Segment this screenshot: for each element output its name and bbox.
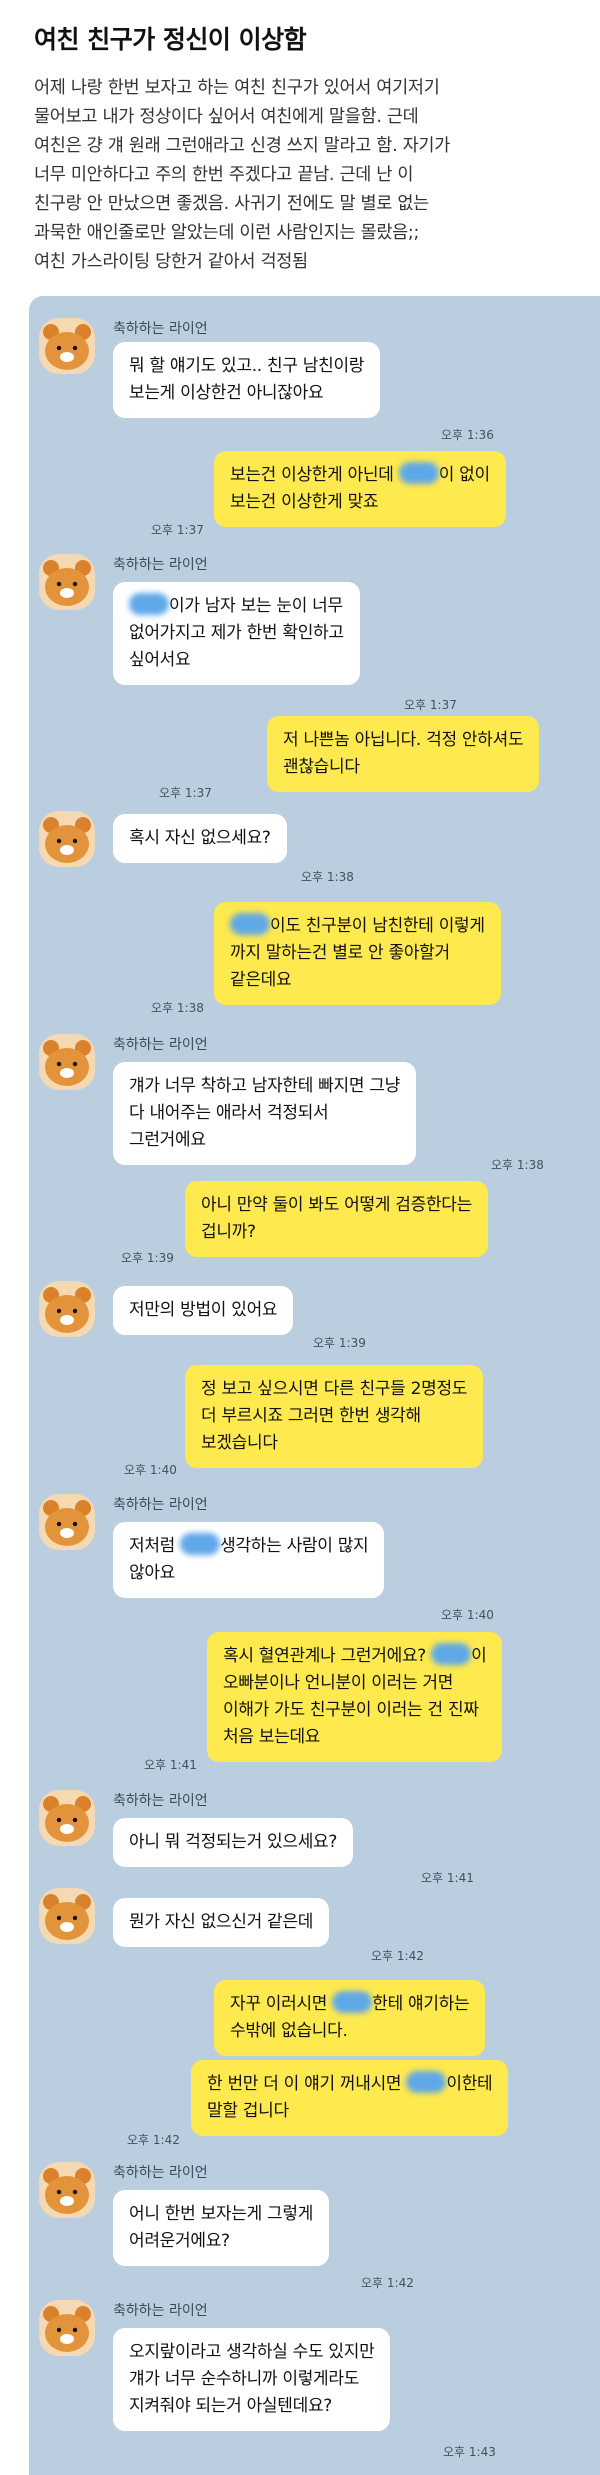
message-time: 오후 1:43 [443, 2445, 496, 2459]
message-time: 오후 1:38 [151, 1001, 204, 1015]
message-bubble-incoming: 걔가 너무 착하고 남자한테 빠지면 그냥 다 내어주는 애라서 걱정되서 그런… [113, 1062, 416, 1165]
message-text: 저처럼 [129, 1536, 181, 1556]
ryan-avatar-icon [39, 2300, 95, 2356]
message-bubble-incoming: 이가 남자 보는 눈이 너무 없어가지고 제가 한번 확인하고 싶어서요 [113, 582, 360, 685]
sender-name: 축하하는 라이언 [113, 557, 208, 573]
message-time: 오후 1:41 [421, 1871, 474, 1885]
redacted-name [129, 593, 169, 615]
message-bubble-incoming: 뭐 할 얘기도 있고.. 친구 남친이랑 보는게 이상한건 아니잖아요 [113, 342, 381, 418]
redacted-name [332, 1991, 373, 2013]
ryan-avatar-icon [39, 1281, 95, 1337]
message-bubble-outgoing: 보는건 이상한게 아닌데 이 없이 보는건 이상한게 맞죠 [214, 451, 506, 527]
message-time: 오후 1:39 [121, 1251, 174, 1265]
message-bubble-outgoing: 저 나쁜놈 아닙니다. 걱정 안하셔도 괜찮습니다 [267, 716, 540, 792]
message-time: 오후 1:38 [491, 1158, 544, 1172]
ryan-avatar-icon [39, 2162, 95, 2218]
message-text: 혹시 혈연관계나 그런거에요? [223, 1646, 432, 1666]
message-bubble-outgoing: 혹시 혈연관계나 그런거에요? 이 오빠분이나 언니분이 이러는 거면 이해가 … [207, 1632, 503, 1762]
message-time: 오후 1:42 [371, 1949, 424, 1963]
ryan-avatar-icon [39, 318, 95, 374]
redacted-name [180, 1533, 221, 1555]
sender-name: 축하하는 라이언 [113, 2303, 208, 2319]
post-title: 여친 친구가 정신이 이상함 [34, 25, 307, 54]
redacted-name [406, 2071, 447, 2093]
message-time: 오후 1:37 [159, 786, 212, 800]
ryan-avatar-icon [39, 1494, 95, 1550]
ryan-avatar-icon [39, 1790, 95, 1846]
redacted-name [230, 913, 270, 935]
message-bubble-outgoing: 자꾸 이러시면 한테 얘기하는 수밖에 없습니다. [214, 1980, 486, 2056]
message-time: 오후 1:42 [127, 2133, 180, 2147]
message-text: 보는건 이상한게 아닌데 [230, 465, 399, 485]
redacted-name [398, 462, 439, 484]
message-time: 오후 1:40 [124, 1463, 177, 1477]
post-body: 어제 나랑 한번 보자고 하는 여친 친구가 있어서 여기저기 물어보고 내가 … [34, 78, 451, 272]
message-bubble-incoming: 저만의 방법이 있어요 [113, 1286, 294, 1335]
message-text: 한 번만 더 이 얘기 꺼내시면 [207, 2074, 407, 2094]
message-time: 오후 1:40 [441, 1608, 494, 1622]
message-bubble-outgoing: 아니 만약 둘이 봐도 어떻게 검증한다는 겁니까? [185, 1181, 488, 1257]
message-time: 오후 1:42 [361, 2276, 414, 2290]
chat-screenshot: 축하하는 라이언 뭐 할 얘기도 있고.. 친구 남친이랑 보는게 이상한건 아… [29, 296, 600, 2475]
ryan-avatar-icon [39, 1034, 95, 1090]
sender-name: 축하하는 라이언 [113, 1037, 208, 1053]
ryan-avatar-icon [39, 811, 95, 867]
message-bubble-outgoing: 이도 친구분이 남친한테 이렇게 까지 말하는건 별로 안 좋아할거 같은데요 [214, 902, 501, 1005]
message-time: 오후 1:38 [301, 870, 354, 884]
sender-name: 축하하는 라이언 [113, 321, 208, 337]
sender-name: 축하하는 라이언 [113, 1793, 208, 1809]
message-time: 오후 1:37 [151, 523, 204, 537]
message-time: 오후 1:37 [404, 698, 457, 712]
sender-name: 축하하는 라이언 [113, 1497, 208, 1513]
message-bubble-incoming: 혹시 자신 없으세요? [113, 814, 287, 863]
message-bubble-incoming: 저처럼 생각하는 사람이 많지 않아요 [113, 1522, 385, 1598]
redacted-name [431, 1643, 472, 1665]
message-time: 오후 1:36 [441, 428, 494, 442]
message-text: 자꾸 이러시면 [230, 1994, 333, 2014]
message-time: 오후 1:39 [313, 1336, 366, 1350]
message-bubble-outgoing: 정 보고 싶으시면 다른 친구들 2명정도 더 부르시죠 그러면 한번 생각해 … [185, 1365, 484, 1468]
ryan-avatar-icon [39, 554, 95, 610]
ryan-avatar-icon [39, 1888, 95, 1944]
sender-name: 축하하는 라이언 [113, 2165, 208, 2181]
message-bubble-incoming: 뭔가 자신 없으신거 같은데 [113, 1898, 330, 1947]
message-time: 오후 1:41 [144, 1758, 197, 1772]
message-bubble-incoming: 어니 한번 보자는게 그렇게 어려운거에요? [113, 2190, 330, 2266]
post: 여친 친구가 정신이 이상함 어제 나랑 한번 보자고 하는 여친 친구가 있어… [0, 0, 600, 277]
message-bubble-incoming: 아니 뭐 걱정되는거 있으세요? [113, 1818, 354, 1867]
message-bubble-outgoing: 한 번만 더 이 얘기 꺼내시면 이한테 말할 겁니다 [191, 2060, 509, 2136]
message-bubble-incoming: 오지랖이라고 생각하실 수도 있지만 걔가 너무 순수하니까 이렇게라도 지켜줘… [113, 2328, 391, 2431]
